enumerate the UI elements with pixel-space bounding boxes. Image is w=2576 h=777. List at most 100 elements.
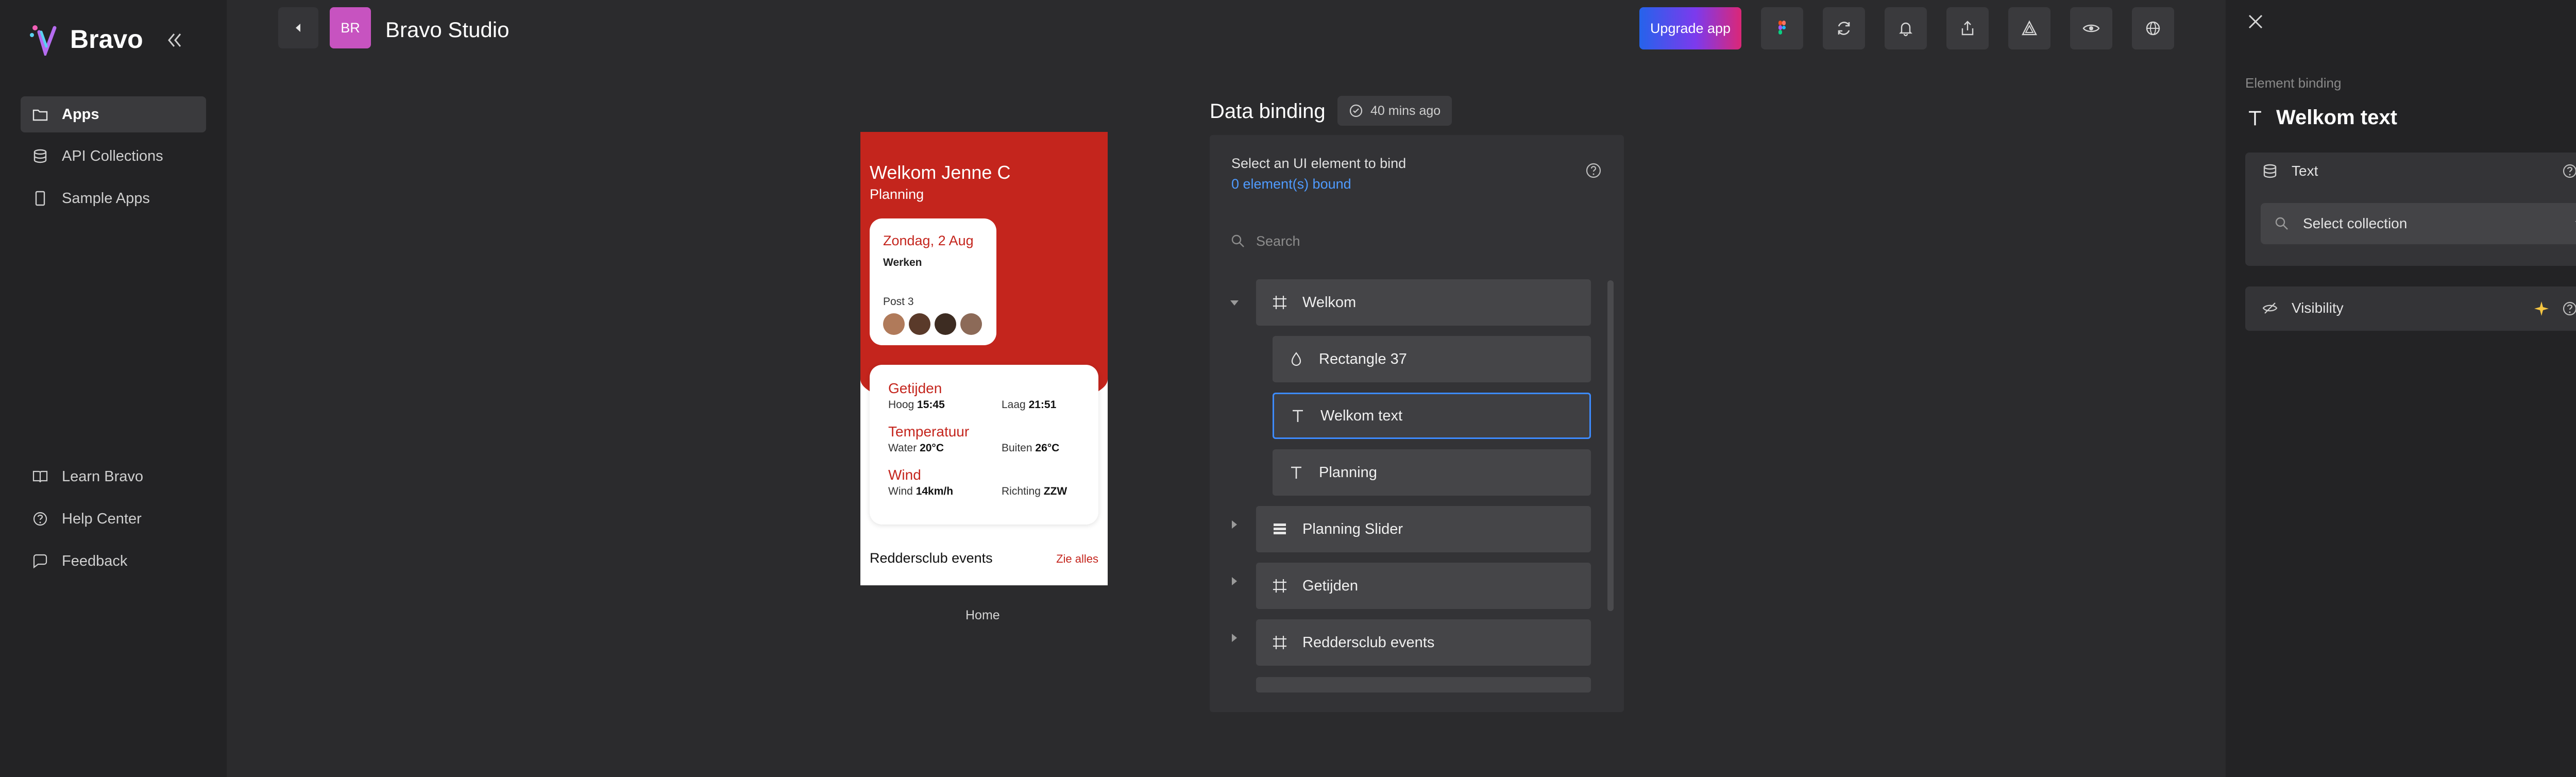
layer-getijden[interactable]: Getijden — [1256, 563, 1591, 609]
close-icon[interactable] — [2245, 11, 2266, 32]
screen-preview[interactable]: Welkom Jenne C Planning Zondag, 2 Aug We… — [860, 132, 1108, 585]
saved-status-text: 40 mins ago — [1370, 103, 1441, 118]
caret-right-icon[interactable] — [1228, 632, 1241, 644]
help-icon[interactable] — [1585, 162, 1602, 179]
sidebar-item-label: Sample Apps — [62, 190, 150, 207]
sidebar-item-feedback[interactable]: Feedback — [21, 543, 206, 579]
binding-hint: Select an UI element to bind — [1231, 156, 1406, 171]
saved-status-badge: 40 mins ago — [1337, 96, 1452, 126]
select-collection-label: Select collection — [2303, 215, 2408, 231]
layers-scrollbar[interactable] — [1607, 280, 1614, 611]
text-binding-header[interactable]: Text — [2262, 163, 2318, 179]
tides-title: Getijden — [888, 380, 942, 396]
select-collection-dropdown[interactable]: Select collection — [2261, 203, 2576, 244]
search-icon — [2275, 217, 2288, 230]
visibility-section[interactable]: Visibility — [2245, 286, 2576, 331]
avatar — [909, 313, 930, 335]
temperature-water: Water 20°C — [888, 442, 944, 454]
text-binding-section: Text Select collection — [2245, 153, 2576, 266]
help-icon[interactable] — [2562, 163, 2576, 179]
layer-label: Getijden — [1302, 577, 1359, 594]
layer-reddersclub-events[interactable]: Reddersclub events — [1256, 619, 1591, 666]
caret-right-icon[interactable] — [1228, 575, 1241, 587]
bound-count-link[interactable]: 0 element(s) bound — [1231, 176, 1351, 192]
avatar — [935, 313, 956, 335]
visibility-header[interactable]: Visibility — [2262, 300, 2344, 316]
list-icon — [1274, 523, 1286, 534]
database-icon — [2263, 164, 2277, 178]
temperature-outside: Buiten 26°C — [1002, 442, 1060, 454]
wind-direction: Richting ZZW — [1002, 485, 1067, 497]
text-icon — [1293, 410, 1303, 422]
layer-planning-slider[interactable]: Planning Slider — [1256, 506, 1591, 552]
planning-subtitle[interactable]: Planning — [870, 187, 924, 202]
database-icon — [33, 149, 47, 163]
preview-button[interactable] — [2070, 7, 2112, 49]
notifications-button[interactable] — [1885, 7, 1927, 49]
layer-rectangle-37[interactable]: Rectangle 37 — [1273, 336, 1591, 382]
frame-icon — [1273, 579, 1286, 593]
bravo-logo[interactable]: Bravo — [28, 23, 143, 56]
sidebar-item-apps[interactable]: Apps — [21, 96, 206, 132]
publish-button[interactable] — [2008, 7, 2050, 49]
screen-name-label[interactable]: Home — [965, 608, 1000, 623]
sparkle-icon[interactable] — [2533, 300, 2550, 317]
help-icon[interactable] — [2562, 300, 2576, 317]
sidebar-item-sample-apps[interactable]: Sample Apps — [21, 180, 206, 216]
tides-high: Hoog 15:45 — [888, 399, 945, 411]
sidebar-item-api-collections[interactable]: API Collections — [21, 138, 206, 174]
settings-button[interactable] — [2132, 7, 2174, 49]
layer-planning[interactable]: Planning — [1273, 449, 1591, 496]
upgrade-app-button[interactable]: Upgrade app — [1639, 7, 1741, 49]
layer-welkom-text[interactable]: Welkom text — [1273, 393, 1591, 439]
figma-sync-button[interactable] — [1761, 7, 1803, 49]
refresh-button[interactable] — [1823, 7, 1865, 49]
back-button[interactable] — [278, 7, 318, 48]
layer-label: Rectangle 37 — [1319, 350, 1407, 367]
collapse-sidebar-icon[interactable] — [164, 30, 184, 50]
planning-post: Post 3 — [883, 296, 914, 308]
planning-date: Zondag, 2 Aug — [883, 233, 974, 248]
eye-icon — [2082, 24, 2100, 32]
sidebar-item-help-center[interactable]: Help Center — [21, 501, 206, 537]
caret-down-icon[interactable] — [1228, 297, 1241, 309]
text-icon — [1291, 466, 1301, 479]
sidebar-item-learn-bravo[interactable]: Learn Bravo — [21, 459, 206, 495]
figma-icon — [1778, 21, 1786, 35]
planning-work: Werken — [883, 257, 922, 268]
layer-label: Planning Slider — [1302, 520, 1403, 537]
avatar — [883, 313, 905, 335]
drop-icon — [1291, 352, 1301, 366]
globe-icon — [2146, 21, 2160, 36]
planning-card[interactable]: Zondag, 2 Aug Werken Post 3 — [870, 218, 996, 345]
search-placeholder: Search — [1256, 233, 1300, 249]
bravo-logo-icon — [30, 25, 57, 56]
data-binding-panel: Select an UI element to bind 0 element(s… — [1210, 135, 1624, 712]
share-icon — [1961, 21, 1974, 36]
brand-name: Bravo — [70, 25, 143, 54]
bell-icon — [1899, 22, 1912, 37]
wind-title: Wind — [888, 467, 921, 483]
layer-label: Reddersclub events — [1302, 634, 1435, 651]
element-binding-panel: Element binding Welkom text Text Select … — [2226, 0, 2576, 777]
section-label: Element binding — [2245, 75, 2342, 91]
layer-search-input[interactable]: Search — [1230, 227, 1601, 256]
caret-right-icon[interactable] — [1228, 518, 1241, 531]
layer-label: Welkom — [1302, 294, 1357, 311]
share-button[interactable] — [1946, 7, 1989, 49]
chevron-down-icon — [2575, 221, 2576, 223]
layer-welkom[interactable]: Welkom — [1256, 279, 1591, 326]
search-icon — [1231, 234, 1244, 247]
text-icon — [2249, 111, 2261, 125]
sidebar-item-label: API Collections — [62, 147, 163, 164]
refresh-icon — [1838, 22, 1850, 35]
welcome-text[interactable]: Welkom Jenne C — [870, 162, 1010, 183]
layer-partial[interactable] — [1256, 677, 1591, 692]
sidebar: Bravo Apps API Collections Sample Apps L… — [0, 0, 227, 777]
conditions-card[interactable]: Getijden Hoog 15:45 Laag 21:51 Temperatu… — [870, 365, 1098, 525]
check-circle-icon — [1349, 104, 1363, 117]
events-title: Reddersclub events — [870, 550, 993, 566]
element-title: Welkom text — [2245, 106, 2397, 129]
sidebar-item-label: Feedback — [62, 552, 128, 569]
see-all-link[interactable]: Zie alles — [1056, 552, 1098, 566]
